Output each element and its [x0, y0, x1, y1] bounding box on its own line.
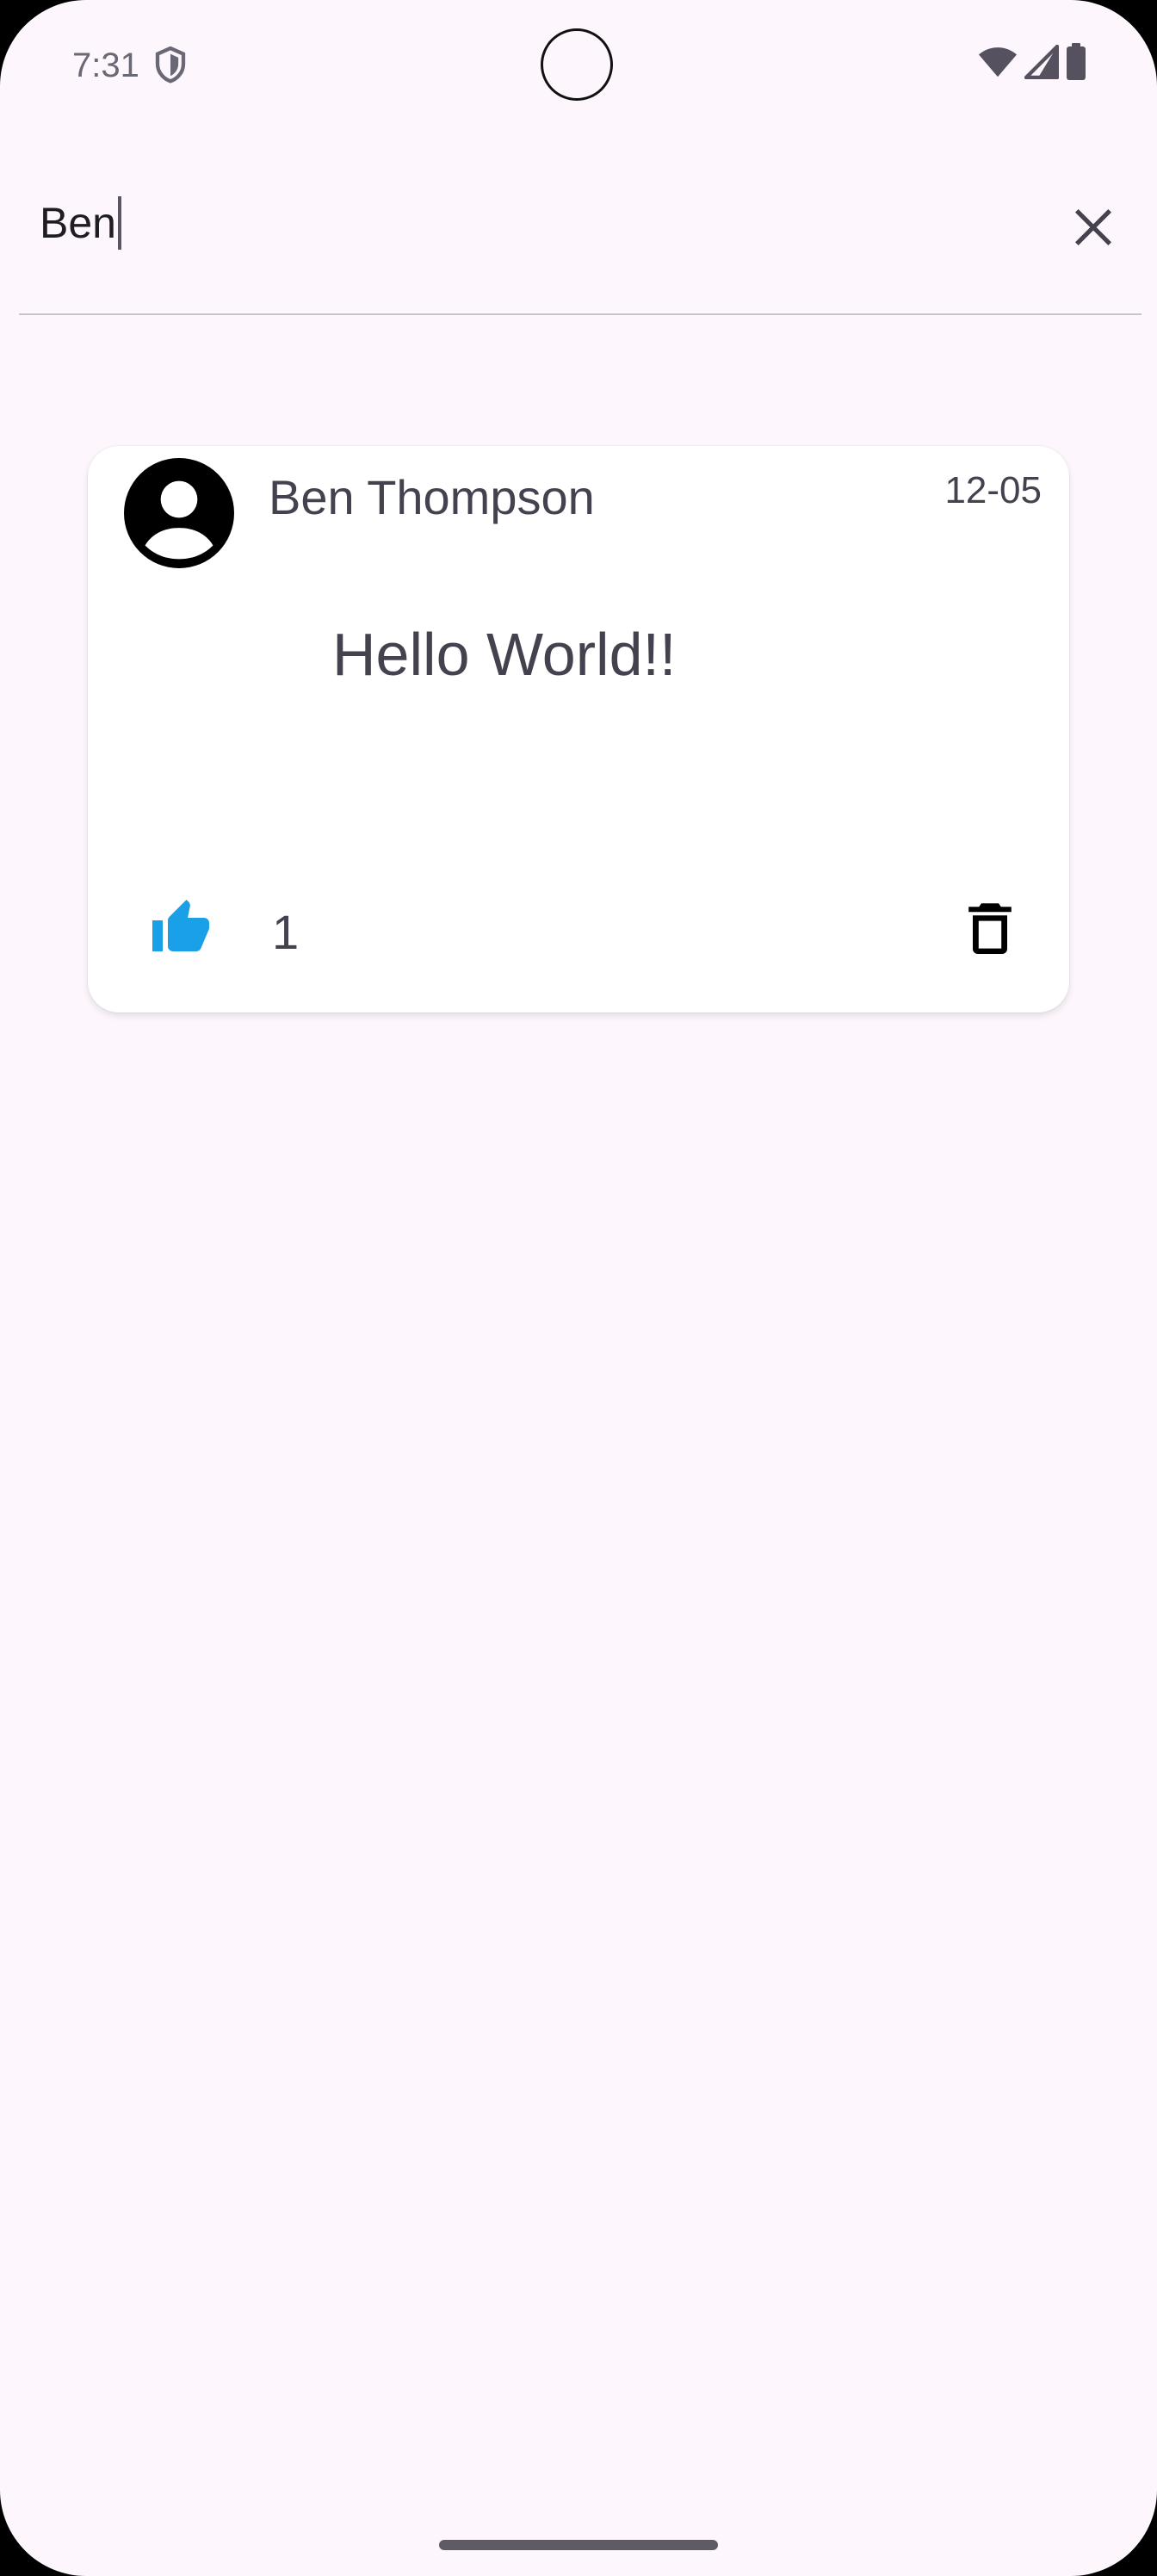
- like-button[interactable]: [139, 889, 222, 971]
- post-card[interactable]: Ben Thompson 12-05 Hello World!! 1: [88, 446, 1069, 1012]
- status-time: 7:31: [72, 46, 139, 84]
- account-circle-icon: [124, 458, 234, 568]
- close-icon: [1071, 205, 1116, 254]
- search-input-text: Ben: [40, 199, 116, 247]
- delete-icon: [966, 901, 1014, 960]
- post-body-text: Hello World!!: [332, 621, 677, 688]
- shield-icon: [153, 46, 188, 84]
- clear-search-button[interactable]: [1052, 188, 1135, 270]
- wifi-icon: [978, 45, 1018, 84]
- search-input[interactable]: Ben: [40, 193, 121, 253]
- search-bar: Ben: [19, 129, 1142, 315]
- camera-cutout: [541, 28, 613, 101]
- like-count: 1: [272, 905, 300, 959]
- thumb-up-icon: [150, 897, 212, 963]
- app-screen: 7:31 Ben Ben Thompson 12-05 Hello World!…: [0, 0, 1157, 2576]
- battery-icon: [1066, 42, 1086, 85]
- post-author-name: Ben Thompson: [269, 470, 595, 524]
- post-date: 12-05: [944, 469, 1042, 511]
- status-icons: [978, 42, 1086, 85]
- text-cursor: [117, 196, 121, 250]
- gesture-navigation-bar[interactable]: [439, 2540, 718, 2550]
- status-bar: 7:31: [0, 0, 1157, 129]
- delete-button[interactable]: [949, 889, 1031, 971]
- cellular-signal-icon: [1024, 44, 1060, 84]
